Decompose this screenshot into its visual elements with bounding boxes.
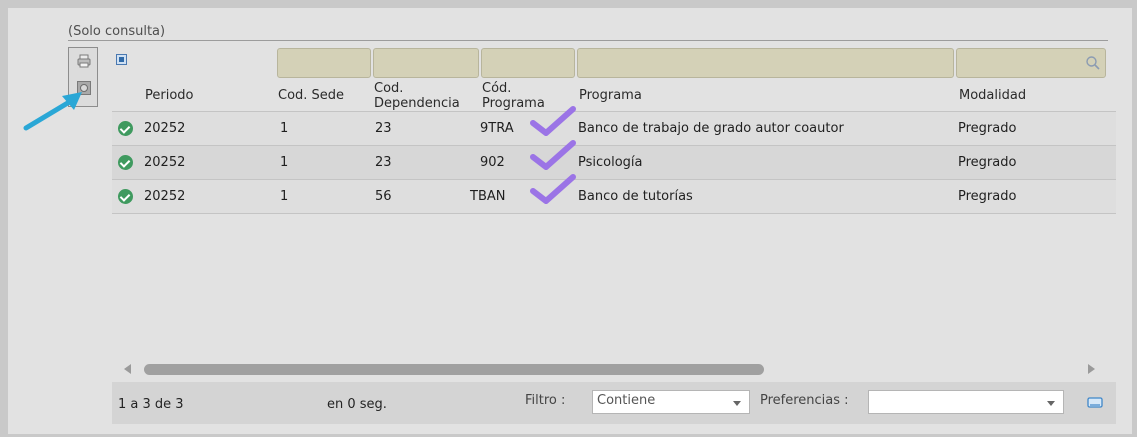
filter-cod-dependencia[interactable] [373, 48, 479, 78]
table-row[interactable]: 20252 1 23 9TRA Banco de trabajo de grad… [112, 106, 1116, 145]
checkmark-icon [530, 174, 576, 204]
table-row[interactable]: 20252 1 23 902 Psicología Pregrado [112, 140, 1116, 179]
filter-label: Filtro : [525, 393, 566, 408]
cell-cod-programa: TBAN [470, 189, 506, 204]
cell-cod-dependencia: 23 [375, 121, 392, 136]
filter-select-value: Contiene [597, 393, 656, 408]
cell-modalidad: Pregrado [958, 189, 1017, 204]
record-count: 1 a 3 de 3 [118, 397, 184, 412]
cell-programa: Banco de tutorías [578, 189, 693, 204]
select-all-checkbox[interactable] [116, 54, 127, 65]
preferences-select[interactable] [868, 390, 1064, 414]
col-cod-dependencia-line2: Dependencia [374, 96, 460, 111]
table-row[interactable]: 20252 1 56 TBAN Banco de tutorías Pregra… [112, 174, 1116, 213]
cell-periodo: 20252 [144, 155, 186, 170]
col-cod-programa-line1: Cód. [482, 81, 512, 96]
cell-periodo: 20252 [144, 189, 186, 204]
cell-programa: Psicología [578, 155, 643, 170]
readonly-label: (Solo consulta) [68, 24, 166, 39]
preferences-label: Preferencias : [760, 393, 849, 408]
filter-programa[interactable] [577, 48, 954, 78]
cell-cod-sede: 1 [280, 121, 289, 136]
query-time: en 0 seg. [327, 397, 387, 412]
horizontal-scrollbar-thumb[interactable] [144, 364, 764, 375]
cell-modalidad: Pregrado [958, 121, 1017, 136]
filter-select[interactable]: Contiene [592, 390, 750, 414]
printer-icon[interactable] [77, 54, 91, 68]
row-divider [112, 213, 1116, 214]
cell-cod-dependencia: 23 [375, 155, 392, 170]
checkmark-icon [530, 140, 576, 170]
cell-programa: Banco de trabajo de grado autor coautor [578, 121, 844, 136]
cell-cod-programa: 9TRA [480, 121, 514, 136]
search-icon[interactable] [1085, 55, 1101, 71]
scroll-left-arrow[interactable] [124, 364, 131, 374]
col-cod-dependencia[interactable]: Cod. Dependencia [374, 81, 460, 113]
checkmark-icon [530, 106, 576, 136]
cell-cod-sede: 1 [280, 155, 289, 170]
cell-periodo: 20252 [144, 121, 186, 136]
chevron-down-icon [1047, 401, 1055, 406]
col-cod-dependencia-line1: Cod. [374, 81, 404, 96]
filter-modalidad[interactable] [956, 48, 1106, 78]
chevron-down-icon [733, 401, 741, 406]
cell-cod-sede: 1 [280, 189, 289, 204]
annotation-arrow [23, 92, 82, 131]
check-circle-icon [118, 155, 133, 170]
header-divider [68, 40, 1108, 41]
cell-modalidad: Pregrado [958, 155, 1017, 170]
export-icon[interactable] [1087, 394, 1103, 410]
cell-cod-dependencia: 56 [375, 189, 392, 204]
check-circle-icon [118, 121, 133, 136]
scroll-right-arrow[interactable] [1088, 364, 1095, 374]
filter-cod-programa[interactable] [481, 48, 575, 78]
cell-cod-programa: 902 [480, 155, 505, 170]
filter-cod-sede[interactable] [277, 48, 371, 78]
check-circle-icon [118, 189, 133, 204]
